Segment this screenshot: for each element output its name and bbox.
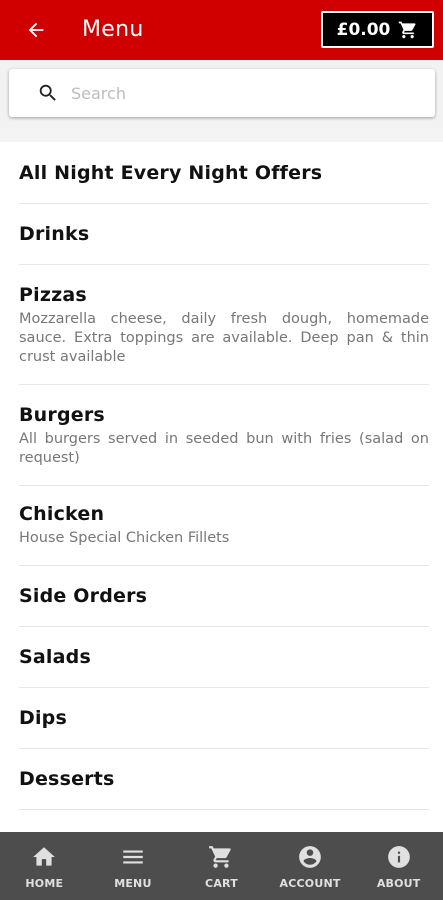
cart-total: £0.00 [336, 19, 391, 40]
category-item[interactable]: Chicken House Special Chicken Fillets [19, 486, 429, 566]
category-name: Chicken [19, 503, 105, 525]
divider [0, 128, 443, 142]
category-name: All Night Every Night Offers [19, 161, 323, 184]
search-box [9, 69, 435, 117]
nav-label: MENU [114, 877, 152, 890]
category-name: Dips [19, 707, 67, 729]
category-name: Drinks [19, 223, 90, 245]
arrow-left-icon [28, 22, 44, 38]
page-title: Menu [82, 17, 144, 42]
nav-label: ACCOUNT [279, 877, 341, 890]
category-name: Burgers [19, 404, 105, 426]
nav-cart[interactable]: CART [177, 832, 266, 900]
category-name: Desserts [19, 768, 115, 790]
category-item[interactable]: Drinks [19, 204, 429, 265]
category-description: House Special Chicken Fillets [19, 530, 230, 546]
nav-about[interactable]: ABOUT [354, 832, 443, 900]
category-name: Pizzas [19, 284, 87, 306]
menu-icon [123, 850, 143, 864]
category-description: All burgers served in seeded bun with fr… [19, 431, 429, 466]
account-icon [299, 846, 321, 868]
back-button[interactable] [22, 16, 50, 44]
cart-total-button[interactable]: £0.00 [321, 11, 434, 48]
category-item[interactable]: All Night Every Night Offers [19, 142, 429, 204]
category-item-partial[interactable] [19, 810, 429, 830]
nav-home[interactable]: HOME [0, 832, 89, 900]
nav-account[interactable]: ACCOUNT [266, 832, 355, 900]
category-item[interactable]: Salads [19, 627, 429, 688]
cart-icon [399, 21, 416, 38]
category-name: Side Orders [19, 585, 148, 607]
search-area [0, 60, 443, 130]
category-item[interactable]: Pizzas Mozzarella cheese, daily fresh do… [19, 265, 429, 385]
info-icon [387, 846, 410, 868]
category-list: All Night Every Night Offers Drinks Pizz… [0, 142, 443, 830]
category-item[interactable]: Desserts [19, 749, 429, 810]
category-item[interactable]: Dips [19, 688, 429, 749]
bottom-nav: HOME MENU CART ACCOUNT ABOUT [0, 832, 443, 900]
category-name: Salads [19, 646, 91, 668]
search-input[interactable] [71, 77, 421, 109]
category-description: Mozzarella cheese, daily fresh dough, ho… [19, 311, 429, 365]
category-item[interactable]: Burgers All burgers served in seeded bun… [19, 385, 429, 486]
nav-label: ABOUT [376, 877, 421, 890]
nav-menu[interactable]: MENU [89, 832, 178, 900]
nav-label: CART [205, 877, 238, 890]
category-item[interactable]: Side Orders [19, 566, 429, 627]
nav-label: HOME [25, 877, 64, 890]
app-header: Menu £0.00 [0, 0, 443, 60]
home-icon [33, 847, 56, 866]
cart-icon [209, 846, 232, 868]
search-icon [39, 84, 56, 101]
